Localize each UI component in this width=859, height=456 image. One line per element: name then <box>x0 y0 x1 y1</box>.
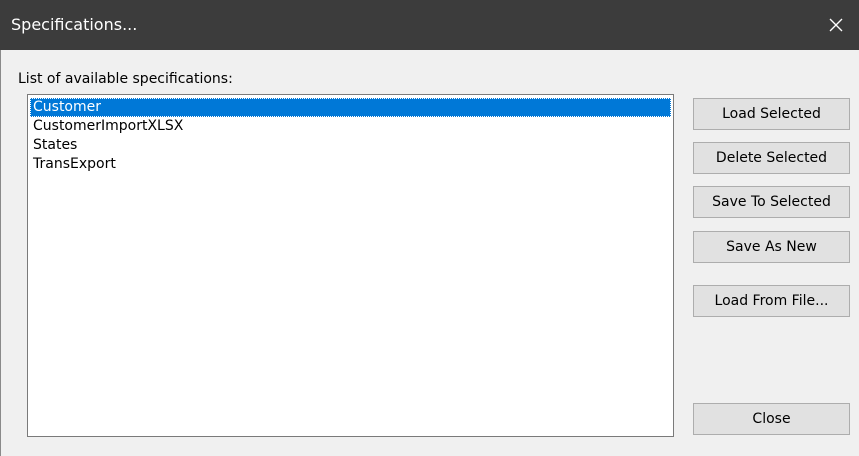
save-as-new-button[interactable]: Save As New <box>693 231 850 263</box>
specifications-dialog: Specifications... List of available spec… <box>0 0 859 456</box>
specifications-listbox[interactable]: Customer CustomerImportXLSX States Trans… <box>27 94 674 437</box>
load-selected-button[interactable]: Load Selected <box>693 98 850 130</box>
list-item[interactable]: TransExport <box>30 155 116 174</box>
delete-selected-button[interactable]: Delete Selected <box>693 142 850 174</box>
list-item[interactable]: States <box>30 136 77 155</box>
list-label: List of available specifications: <box>18 71 233 87</box>
load-from-file-button[interactable]: Load From File... <box>693 285 850 317</box>
window-left-border <box>0 50 9 456</box>
list-item[interactable]: CustomerImportXLSX <box>30 117 183 136</box>
close-window-button[interactable] <box>813 0 859 50</box>
close-icon <box>829 18 843 32</box>
list-item[interactable]: Customer <box>30 98 671 117</box>
close-button[interactable]: Close <box>693 403 850 435</box>
save-to-selected-button[interactable]: Save To Selected <box>693 186 850 218</box>
dialog-title: Specifications... <box>11 15 138 34</box>
title-bar[interactable]: Specifications... <box>0 0 859 50</box>
